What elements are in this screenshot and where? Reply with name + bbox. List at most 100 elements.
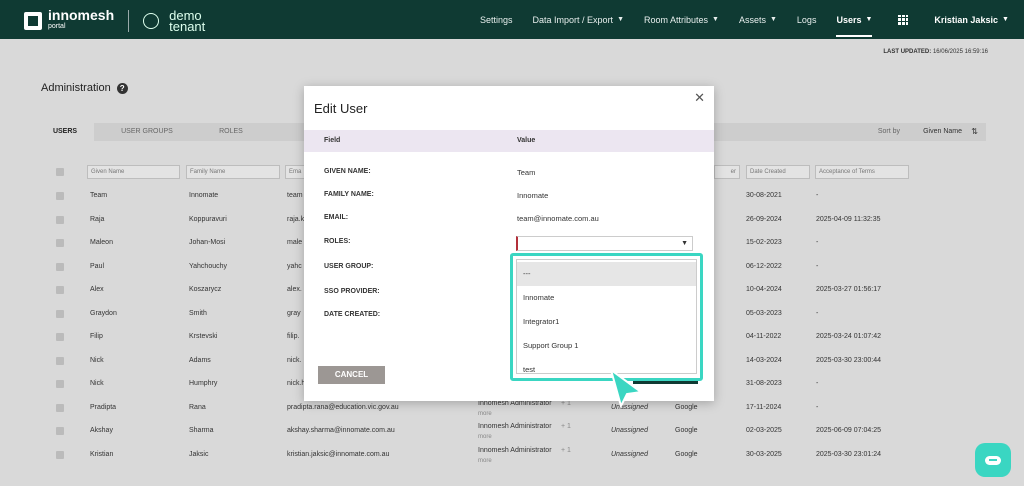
cell-role-more[interactable]: more (478, 434, 492, 440)
help-icon[interactable]: ? (116, 83, 128, 94)
modal-table-header: Field Value (304, 130, 714, 152)
tab-users[interactable]: USERS (36, 123, 94, 141)
cell-given: Kristian (90, 450, 114, 458)
option-support-group-1[interactable]: Support Group 1 (517, 334, 696, 358)
cancel-button[interactable]: CANCEL (318, 366, 385, 384)
cell-created: 17-11-2024 (746, 403, 782, 411)
filter-email[interactable]: Ema (285, 165, 305, 179)
cell-given: Filip (90, 333, 103, 340)
cell-terms: - (816, 262, 819, 270)
option-innomate[interactable]: Innomate (517, 286, 696, 310)
chevron-down-icon: ▼ (769, 16, 777, 23)
close-icon[interactable]: ✕ (694, 90, 705, 106)
cell-role: Innomesh Administrator (478, 423, 552, 430)
cell-created: 31-08-2023 (746, 380, 782, 387)
cell-role-more[interactable]: more (478, 458, 492, 464)
cell-family: Rana (189, 403, 206, 411)
cell-family: Koppuravuri (189, 215, 227, 223)
tenant-line2: tenant (169, 19, 206, 34)
nav-logs[interactable]: Logs (787, 0, 827, 39)
table-row[interactable]: Akshay Sharma akshay.sharma@innomate.com.a… (36, 419, 986, 442)
grid-icon (898, 14, 909, 25)
row-checkbox[interactable] (56, 333, 64, 341)
row-checkbox[interactable] (56, 192, 64, 200)
roles-select[interactable]: ▼ (516, 236, 693, 251)
chevron-down-icon: ▼ (617, 16, 624, 23)
cell-created: 30-08-2021 (746, 192, 782, 199)
filter-family-name[interactable]: Family Name (186, 165, 280, 179)
filter-given-name[interactable]: Given Name (87, 165, 180, 179)
row-checkbox[interactable] (56, 450, 64, 459)
cell-email: male (287, 239, 303, 246)
cell-email: alex. (287, 286, 302, 293)
cell-email: yahc (287, 262, 302, 270)
cell-created: 10-04-2024 (746, 286, 782, 293)
modal-title: Edit User (314, 101, 368, 116)
row-checkbox[interactable] (56, 403, 64, 412)
row-checkbox[interactable] (56, 286, 64, 294)
cell-sso: Google (675, 403, 698, 411)
row-checkbox[interactable] (56, 380, 64, 388)
cell-family: Innomate (189, 192, 219, 199)
row-checkbox[interactable] (56, 309, 64, 318)
option-integrator1[interactable]: Integrator1 (517, 310, 696, 334)
sort-direction-icon[interactable]: ⇅ (971, 123, 978, 141)
cell-created: 30-03-2025 (746, 450, 782, 458)
cell-created: 04-11-2022 (746, 333, 782, 340)
cell-email: pradipta.rana@education.vic.gov.au (287, 403, 399, 411)
row-checkbox[interactable] (56, 356, 64, 365)
cell-family: Humphry (189, 380, 218, 387)
label-given-name: GIVEN NAME: (324, 168, 371, 175)
nav-assets[interactable]: Assets ▼ (729, 0, 787, 39)
nav-settings[interactable]: Settings (470, 0, 523, 39)
cell-role-extra[interactable]: + 1 (561, 423, 571, 430)
apps-grid-button[interactable] (882, 0, 924, 39)
chevron-down-icon: ▼ (681, 240, 688, 247)
row-checkbox[interactable] (56, 215, 64, 224)
cell-email: raja.k (287, 215, 305, 223)
cell-given: Akshay (90, 427, 113, 434)
brand-logo[interactable]: innomesh portal demo tenant (24, 8, 206, 34)
row-checkbox[interactable] (56, 239, 64, 247)
cell-family: Krstevski (189, 333, 218, 340)
last-updated: LAST UPDATED: 16/06/2025 16:59:16 (883, 49, 988, 55)
tenant-logo-icon (143, 13, 160, 29)
cell-given: Pradipta (90, 403, 117, 411)
cell-terms: 2025-03-30 23:00:44 (816, 356, 881, 364)
cell-terms: 2025-03-30 23:01:24 (816, 450, 881, 458)
filter-date-created[interactable]: Date Created (746, 165, 810, 179)
cell-terms: 2025-04-09 11:32:35 (816, 215, 881, 223)
cell-terms: - (816, 403, 819, 411)
cell-role-extra[interactable]: + 1 (561, 447, 571, 454)
filter-acceptance-terms[interactable]: Acceptance of Terms (815, 165, 909, 179)
user-group-options: --- Innomate Integrator1 Support Group 1… (516, 259, 697, 374)
cell-given: Nick (90, 356, 104, 364)
chat-button[interactable] (975, 443, 1011, 477)
user-menu[interactable]: Kristian Jaksic ▼ (924, 0, 1018, 39)
filter-sso[interactable]: er (714, 165, 740, 179)
cell-family: Sharma (189, 427, 214, 434)
cell-email: gray (287, 309, 301, 317)
nav-room-attributes[interactable]: Room Attributes ▼ (634, 0, 729, 39)
label-email: EMAIL: (324, 214, 349, 221)
chevron-down-icon: ▼ (1001, 16, 1009, 23)
cell-created: 26-09-2024 (746, 215, 782, 223)
tab-user-groups[interactable]: USER GROUPS (106, 123, 188, 141)
cell-email: filip. (287, 333, 300, 340)
tab-roles[interactable]: ROLES (196, 123, 266, 141)
row-checkbox[interactable] (56, 427, 64, 435)
cell-given: Maleon (90, 239, 113, 246)
cell-family: Yahchouchy (189, 262, 228, 270)
table-row[interactable]: Kristian Jaksic kristian.jaksic@innomate.c… (36, 443, 986, 466)
cell-group: Unassigned (611, 427, 648, 434)
cell-role-more[interactable]: more (478, 411, 492, 417)
cell-email: nick. (287, 356, 302, 364)
row-checkbox[interactable] (56, 262, 64, 271)
select-all-checkbox[interactable] (56, 168, 64, 176)
cell-group: Unassigned (611, 450, 648, 458)
nav-users[interactable]: Users ▼ (826, 0, 882, 39)
pointer-cursor-icon (609, 367, 644, 409)
sort-select[interactable]: Given Name (923, 123, 962, 141)
nav-data-import-export[interactable]: Data Import / Export ▼ (523, 0, 634, 39)
option-none[interactable]: --- (517, 262, 696, 286)
